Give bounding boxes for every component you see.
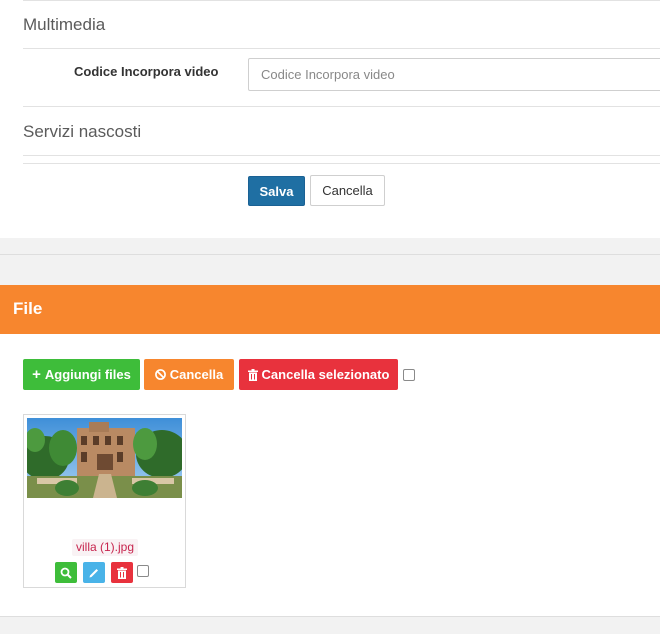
file-panel-body: + Aggiungi files Cancella Cancella selez… — [0, 334, 660, 616]
divider — [23, 163, 660, 164]
pencil-icon — [89, 568, 98, 577]
trash-icon — [117, 566, 127, 579]
select-all-checkbox[interactable] — [403, 369, 415, 381]
add-files-label: Aggiungi files — [44, 367, 131, 382]
hidden-services-heading: Servizi nascosti — [23, 122, 142, 141]
cancel-upload-button[interactable]: Cancella — [144, 359, 234, 390]
cancel-upload-label: Cancella — [169, 367, 224, 382]
villa-photo — [27, 418, 182, 498]
ban-icon — [154, 369, 166, 380]
divider — [23, 155, 660, 156]
add-files-button[interactable]: + Aggiungi files — [23, 359, 140, 390]
delete-selected-label: Cancella selezionato — [261, 367, 390, 382]
panel-separator — [0, 238, 660, 285]
divider — [23, 48, 660, 49]
file-thumbnail[interactable] — [27, 418, 182, 498]
panel-footer-separator — [0, 616, 660, 634]
delete-selected-button[interactable]: Cancella selezionato — [239, 359, 398, 390]
file-panel-title: File — [13, 299, 43, 318]
delete-file-button[interactable] — [111, 562, 133, 583]
edit-file-button[interactable] — [83, 562, 105, 583]
view-file-button[interactable] — [55, 562, 77, 583]
save-button[interactable]: Salva — [248, 176, 305, 206]
cancel-button[interactable]: Cancella — [310, 175, 385, 206]
divider — [23, 106, 660, 107]
search-icon — [60, 567, 72, 579]
file-name-label: villa (1).jpg — [72, 539, 139, 556]
video-code-label: Codice Incorpora video — [74, 64, 219, 79]
file-select-checkbox[interactable] — [137, 565, 149, 577]
form-panel: Multimedia Codice Incorpora video Serviz… — [0, 0, 660, 238]
file-card: villa (1).jpg — [23, 414, 186, 588]
multimedia-heading: Multimedia — [23, 15, 106, 34]
plus-icon: + — [32, 366, 41, 383]
file-panel-header: File — [0, 285, 660, 334]
trash-icon — [247, 368, 258, 381]
divider — [23, 0, 660, 1]
video-code-input[interactable] — [248, 58, 660, 91]
